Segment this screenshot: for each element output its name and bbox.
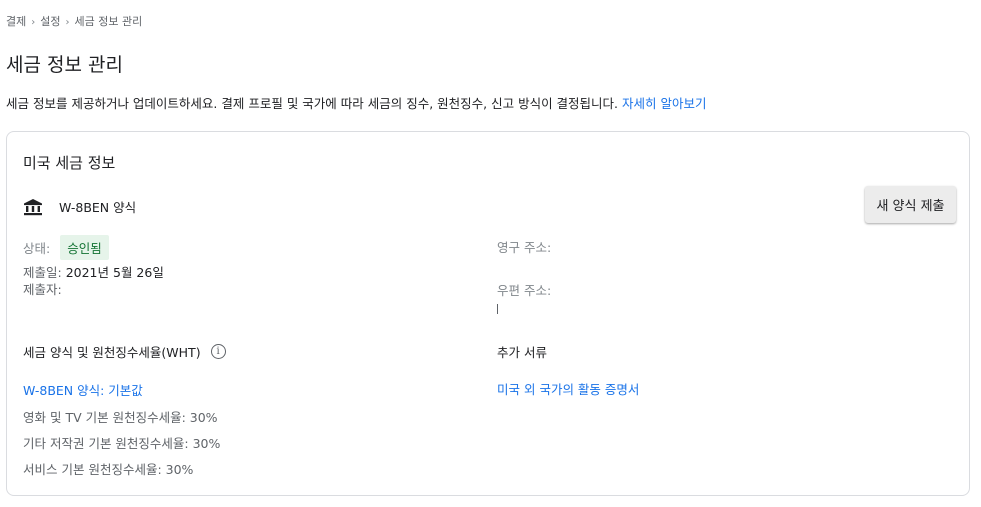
us-tax-info-card: 미국 세금 정보 W-8BEN 양식 새 양식 제출 상태: 승인됨 제출일: … [6, 131, 970, 496]
tax-form-row: W-8BEN 양식 [23, 197, 136, 216]
page-intro: 세금 정보를 제공하거나 업데이트하세요. 결제 프로필 및 국가에 따라 세금… [6, 93, 707, 112]
status-row: 상태: 승인됨 [23, 235, 109, 260]
extra-docs-header: 추가 서류 [497, 345, 547, 360]
status-label: 상태: [23, 241, 51, 256]
permanent-address: 영구 주소: [497, 237, 551, 256]
wht-header-label: 세금 양식 및 원천징수세율(WHT) [23, 345, 201, 360]
breadcrumb-item-settings[interactable]: 설정 [40, 15, 60, 28]
submit-date-label: 제출일: [23, 265, 62, 280]
submitter-label: 제출자: [23, 282, 62, 297]
certificate-of-activity-link[interactable]: 미국 외 국가의 활동 증명서 [497, 379, 639, 398]
mailing-address-label: 우편 주소: [497, 283, 552, 298]
breadcrumb-item-billing[interactable]: 결제 [6, 15, 26, 28]
rate-film-tv: 영화 및 TV 기본 원천징수세율: 30% [23, 410, 218, 425]
submit-new-form-button[interactable]: 새 양식 제출 [865, 186, 956, 223]
form-name: W-8BEN 양식 [59, 200, 137, 215]
breadcrumb-separator: › [65, 17, 70, 28]
mailing-address-line-2 [497, 304, 498, 314]
rate-services: 서비스 기본 원천징수세율: 30% [23, 462, 194, 477]
card-title: 미국 세금 정보 [23, 154, 116, 172]
wht-section-header: 세금 양식 및 원천징수세율(WHT) i [23, 342, 226, 361]
permanent-address-label: 영구 주소: [497, 240, 552, 255]
info-icon[interactable]: i [210, 344, 226, 359]
mailing-address: 우편 주소: [497, 280, 551, 299]
breadcrumb-separator: › [31, 17, 36, 28]
breadcrumb-item-current: 세금 정보 관리 [74, 15, 143, 28]
status-badge: 승인됨 [60, 235, 109, 260]
intro-text: 세금 정보를 제공하거나 업데이트하세요. 결제 프로필 및 국가에 따라 세금… [6, 96, 619, 111]
page-title: 세금 정보 관리 [6, 54, 123, 76]
submit-date-value: 2021년 5월 26일 [65, 265, 164, 280]
learn-more-link[interactable]: 자세히 알아보기 [622, 96, 706, 111]
rate-other-copyright: 기타 저작권 기본 원천징수세율: 30% [23, 436, 221, 451]
bank-icon [23, 198, 43, 216]
breadcrumb: 결제 › 설정 › 세금 정보 관리 [6, 13, 142, 29]
w8ben-default-link[interactable]: W-8BEN 양식: 기본값 [23, 380, 143, 399]
